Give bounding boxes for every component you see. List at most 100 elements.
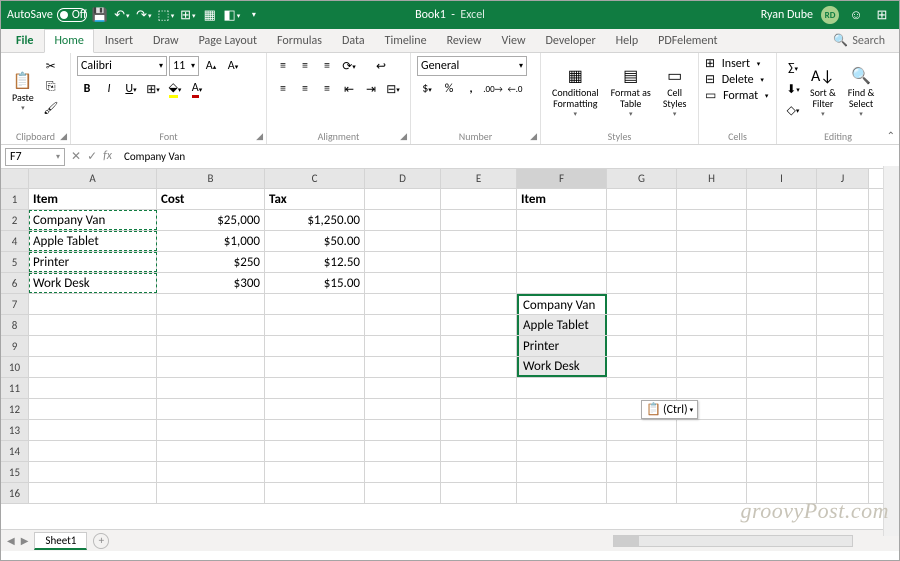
redo-icon[interactable]: ↷▾ <box>135 6 153 24</box>
autosave-toggle[interactable]: AutoSave Off <box>7 8 87 22</box>
cell[interactable] <box>817 189 869 209</box>
tab-file[interactable]: File <box>7 30 42 52</box>
cell[interactable] <box>517 483 607 503</box>
cell[interactable]: $12.50 <box>265 252 365 272</box>
cell[interactable] <box>607 252 677 272</box>
autosum-button[interactable]: ∑▾ <box>783 58 803 78</box>
decrease-indent-button[interactable]: ⇤ <box>339 79 359 99</box>
cell[interactable] <box>517 210 607 230</box>
cell[interactable] <box>677 252 747 272</box>
cell[interactable] <box>817 399 869 419</box>
font-size-select[interactable]: 11▾ <box>169 56 199 76</box>
cell[interactable]: $300 <box>157 273 265 293</box>
comma-button[interactable]: , <box>461 79 481 99</box>
font-name-select[interactable]: Calibri▾ <box>77 56 167 76</box>
cell[interactable] <box>365 336 441 356</box>
cell[interactable] <box>747 441 817 461</box>
border-button[interactable]: ⊞▾ <box>143 79 163 99</box>
column-header[interactable]: F <box>517 169 607 188</box>
sort-filter-button[interactable]: A↓Sort & Filter▾ <box>805 56 841 130</box>
row-header[interactable]: 10 <box>1 357 29 377</box>
tab-insert[interactable]: Insert <box>96 30 142 52</box>
cell[interactable] <box>607 231 677 251</box>
cell[interactable] <box>365 462 441 482</box>
tab-help[interactable]: Help <box>607 30 648 52</box>
column-header[interactable]: I <box>747 169 817 188</box>
paste-button[interactable]: 📋 Paste ▾ <box>7 56 39 130</box>
number-format-select[interactable]: General▾ <box>417 56 527 76</box>
formula-input[interactable]: Company Van <box>118 150 895 163</box>
increase-font-button[interactable]: A▴ <box>201 56 221 76</box>
italic-button[interactable]: I <box>99 79 119 99</box>
cell[interactable] <box>441 315 517 335</box>
select-all-button[interactable] <box>1 169 29 188</box>
undo-icon[interactable]: ↶▾ <box>113 6 131 24</box>
cell[interactable] <box>607 273 677 293</box>
merge-button[interactable]: ⊟▾ <box>383 79 403 99</box>
cell[interactable] <box>265 315 365 335</box>
cell[interactable] <box>747 273 817 293</box>
cell[interactable] <box>817 231 869 251</box>
cell[interactable] <box>265 378 365 398</box>
cell[interactable] <box>441 378 517 398</box>
cell[interactable] <box>817 378 869 398</box>
decrease-font-button[interactable]: A▾ <box>223 56 243 76</box>
row-header[interactable]: 8 <box>1 315 29 335</box>
cell[interactable]: Company Van <box>517 294 607 314</box>
cell[interactable] <box>265 357 365 377</box>
align-bottom-button[interactable]: ≡ <box>317 56 337 76</box>
tab-developer[interactable]: Developer <box>537 30 605 52</box>
cell[interactable] <box>29 462 157 482</box>
row-header[interactable]: 9 <box>1 336 29 356</box>
cell[interactable] <box>677 420 747 440</box>
cell[interactable] <box>747 399 817 419</box>
cell[interactable] <box>157 483 265 503</box>
cell[interactable] <box>365 189 441 209</box>
cell[interactable] <box>365 210 441 230</box>
fill-color-button[interactable]: ⬙▾ <box>165 79 185 99</box>
cell[interactable] <box>265 441 365 461</box>
cell[interactable] <box>157 315 265 335</box>
cell[interactable] <box>365 441 441 461</box>
column-header[interactable]: C <box>265 169 365 188</box>
tab-timeline[interactable]: Timeline <box>376 30 436 52</box>
cell[interactable] <box>365 399 441 419</box>
cell[interactable] <box>817 336 869 356</box>
cell[interactable] <box>677 357 747 377</box>
cell[interactable] <box>265 420 365 440</box>
cell[interactable] <box>677 273 747 293</box>
sheet-tab[interactable]: Sheet1 <box>34 532 87 550</box>
tab-pdfelement[interactable]: PDFelement <box>649 30 726 52</box>
tab-review[interactable]: Review <box>438 30 491 52</box>
fill-button[interactable]: ⬇▾ <box>783 79 803 99</box>
format-as-table-button[interactable]: ▤Format as Table▾ <box>606 56 656 130</box>
sheet-nav-next-icon[interactable]: ▶ <box>21 534 29 547</box>
cell[interactable] <box>441 189 517 209</box>
cell[interactable] <box>29 378 157 398</box>
cell[interactable] <box>517 462 607 482</box>
cell[interactable] <box>677 336 747 356</box>
column-header[interactable]: G <box>607 169 677 188</box>
cell[interactable] <box>817 420 869 440</box>
cell[interactable]: Cost <box>157 189 265 209</box>
insert-cells-button[interactable]: ⊞ Insert ▾ <box>705 56 770 71</box>
cell[interactable] <box>365 357 441 377</box>
cell[interactable] <box>441 294 517 314</box>
cell[interactable] <box>607 441 677 461</box>
cell[interactable] <box>677 441 747 461</box>
cell[interactable] <box>677 189 747 209</box>
cell[interactable] <box>157 336 265 356</box>
cell[interactable] <box>677 462 747 482</box>
cell[interactable]: Printer <box>29 252 157 272</box>
cell[interactable] <box>365 273 441 293</box>
wrap-text-button[interactable]: ↩ <box>371 56 391 76</box>
cell[interactable]: $250 <box>157 252 265 272</box>
dialog-launcher-icon[interactable]: ◢ <box>400 131 407 142</box>
orientation-button[interactable]: ⟳▾ <box>339 56 359 76</box>
cell[interactable] <box>607 189 677 209</box>
cell[interactable]: Tax <box>265 189 365 209</box>
cell[interactable] <box>677 315 747 335</box>
cell[interactable] <box>157 420 265 440</box>
fx-icon[interactable]: fx <box>103 149 112 164</box>
cell[interactable] <box>817 357 869 377</box>
